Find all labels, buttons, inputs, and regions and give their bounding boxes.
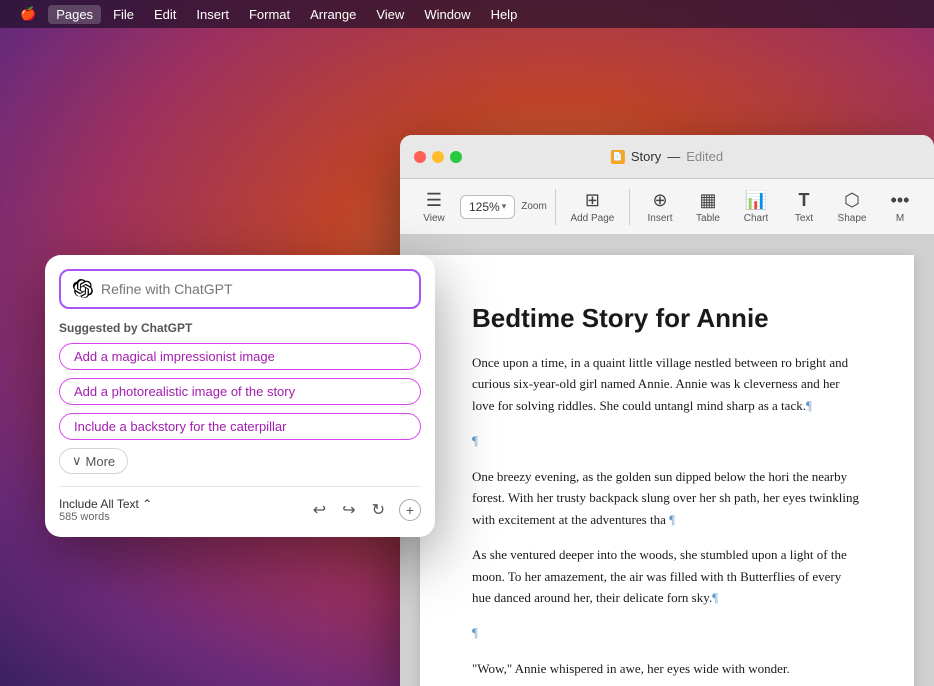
add-button[interactable]: + [399,499,421,521]
more-button[interactable]: ∨ More [59,448,128,474]
traffic-lights [414,151,462,163]
zoom-chevron-icon: ▾ [502,201,507,212]
footer-actions: ↩ ↪ ↻ + [311,498,421,522]
zoom-control[interactable]: 125% ▾ [460,195,515,219]
toolbar-view[interactable]: ☰ View [412,186,456,228]
chatgpt-refine-panel: Suggested by ChatGPT Add a magical impre… [45,255,435,537]
apple-menu[interactable]: 🍎 [12,4,44,24]
paragraph-break-2: ¶ [472,622,862,643]
suggestion-2-button[interactable]: Add a photorealistic image of the story [59,378,421,405]
window-titlebar: 📄 Story — Edited [400,135,934,179]
add-page-icon: ⊞ [585,190,600,211]
document-name: Story [631,149,661,164]
document-page: Bedtime Story for Annie Once upon a time… [420,255,914,686]
window-title: 📄 Story — Edited [611,149,723,164]
paragraph-2: One breezy evening, as the golden sun di… [472,466,862,530]
view-icon: ☰ [426,190,442,211]
table-icon: ▦ [699,190,716,211]
chatgpt-input-row[interactable] [59,269,421,309]
toolbar-insert[interactable]: ⊕ Insert [638,186,682,228]
menu-help[interactable]: Help [483,5,526,24]
close-button[interactable] [414,151,426,163]
menu-arrange[interactable]: Arrange [302,5,364,24]
undo-button[interactable]: ↩ [311,498,328,522]
toolbar-shape[interactable]: ⬡ Shape [830,186,874,228]
insert-label: Insert [647,213,672,224]
maximize-button[interactable] [450,151,462,163]
paragraph-1: Once upon a time, in a quaint little vil… [472,352,862,416]
zoom-value: 125% [469,200,500,214]
chatgpt-icon [73,279,93,299]
menu-pages[interactable]: Pages [48,5,101,24]
toolbar-table[interactable]: ▦ Table [686,186,730,228]
toolbar-divider-1 [555,189,556,225]
refresh-button[interactable]: ↻ [370,498,387,522]
paragraph-4: "Wow," Annie whispered in awe, her eyes … [472,658,862,679]
document-icon: 📄 [611,150,625,164]
suggested-by-label: Suggested by ChatGPT [59,321,421,335]
chatgpt-refine-input[interactable] [101,281,407,297]
menubar: 🍎 Pages File Edit Insert Format Arrange … [0,0,934,28]
menu-file[interactable]: File [105,5,142,24]
paragraph-break-1: ¶ [472,430,862,451]
dash-separator: — [667,149,680,164]
edited-badge: Edited [686,149,723,164]
redo-button[interactable]: ↪ [340,498,357,522]
text-icon: T [799,190,810,211]
toolbar-divider-2 [629,189,630,225]
zoom-label: Zoom [521,201,547,212]
document-area[interactable]: Bedtime Story for Annie Once upon a time… [400,235,934,686]
toolbar: ☰ View 125% ▾ Zoom ⊞ Add Page ⊕ Insert ▦… [400,179,934,235]
shape-icon: ⬡ [844,190,860,211]
minimize-button[interactable] [432,151,444,163]
toolbar-chart[interactable]: 📊 Chart [734,186,778,228]
word-count: 585 words [59,511,152,523]
add-page-label: Add Page [570,213,614,224]
menu-window[interactable]: Window [416,5,478,24]
pages-window: 📄 Story — Edited ☰ View 125% ▾ Zoom ⊞ Ad… [400,135,934,686]
menu-view[interactable]: View [368,5,412,24]
panel-footer: Include All Text ⌃ 585 words ↩ ↪ ↻ + [59,486,421,523]
shape-label: Shape [838,213,867,224]
chart-label: Chart [744,213,768,224]
more-label: More [86,454,116,469]
table-label: Table [696,213,720,224]
menu-format[interactable]: Format [241,5,298,24]
text-label: Text [795,213,813,224]
insert-icon: ⊕ [652,190,667,211]
toolbar-add-page[interactable]: ⊞ Add Page [564,186,621,228]
toolbar-more[interactable]: ••• M [878,186,922,228]
view-label: View [423,213,445,224]
menu-insert[interactable]: Insert [188,5,237,24]
more-icon: ••• [891,190,910,211]
chevron-down-icon: ∨ [72,453,82,469]
more-toolbar-label: M [896,213,904,224]
paragraph-3: As she ventured deeper into the woods, s… [472,544,862,608]
chart-icon: 📊 [745,190,767,211]
include-all-text[interactable]: Include All Text ⌃ [59,497,152,511]
menu-edit[interactable]: Edit [146,5,184,24]
suggestion-1-button[interactable]: Add a magical impressionist image [59,343,421,370]
document-title: Bedtime Story for Annie [472,303,862,334]
toolbar-text[interactable]: T Text [782,186,826,228]
suggestion-3-button[interactable]: Include a backstory for the caterpillar [59,413,421,440]
